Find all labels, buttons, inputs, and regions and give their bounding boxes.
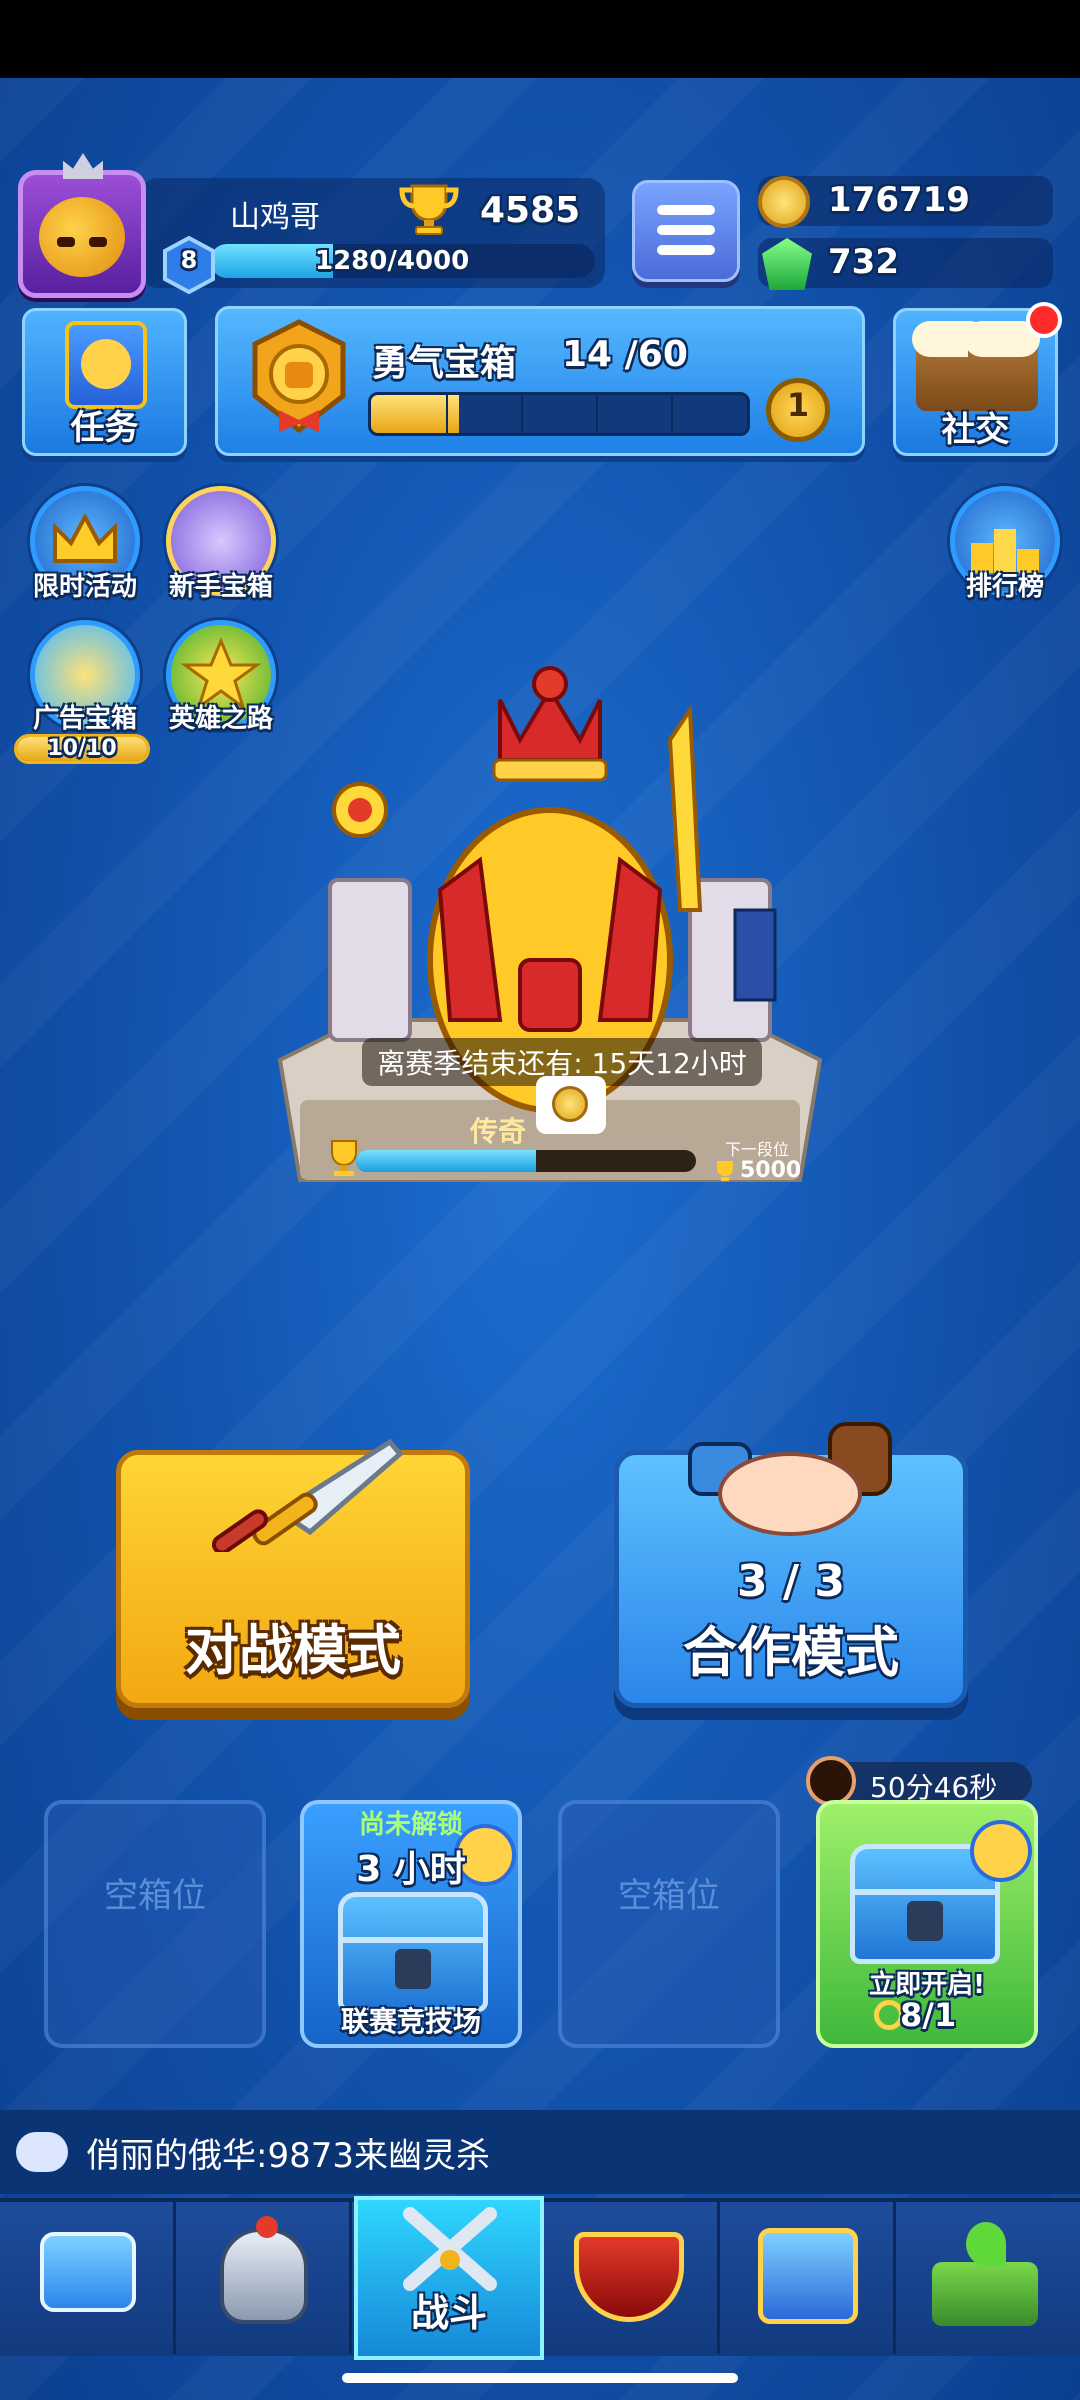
locked-slot-name: 联赛竞技场 xyxy=(340,2005,481,2038)
battle-mode-label: 对战模式 xyxy=(185,1619,401,1682)
avatar-face xyxy=(39,197,125,277)
chat-bubble-icon xyxy=(16,2132,68,2172)
task-book-icon xyxy=(65,321,147,409)
player-name: 山鸡哥 xyxy=(230,200,320,235)
ad-chest-counter: 10/10 xyxy=(47,736,117,761)
ready-slot-keys: 8/1 xyxy=(900,1996,957,2034)
rank-name: 传奇 xyxy=(470,1115,527,1148)
coin-value: 176719 xyxy=(828,180,970,220)
task-label: 任务 xyxy=(70,408,139,448)
coop-count: 3 / 3 xyxy=(737,1556,845,1607)
trophy-count: 4585 xyxy=(480,190,581,231)
handshake-icon xyxy=(688,1422,892,1536)
clan-icon xyxy=(574,2232,684,2322)
courage-chest-title: 勇气宝箱 xyxy=(372,343,517,384)
chat-message: 俏丽的俄华:9873来幽灵杀 xyxy=(86,2136,490,2176)
coop-mode-label: 合作模式 xyxy=(683,1621,899,1684)
avatar[interactable] xyxy=(18,153,146,298)
chest-slot-empty[interactable] xyxy=(44,1800,266,2048)
next-rank-label: 下一段位 xyxy=(724,1140,789,1159)
empty-slot-label: 空箱位 xyxy=(618,1876,720,1916)
key-count: 1 xyxy=(786,386,810,424)
heroes-icon xyxy=(220,2228,308,2324)
coin-reward-icon xyxy=(552,1086,588,1122)
trophy-icon xyxy=(399,184,459,235)
home-indicator xyxy=(342,2373,738,2383)
helmet-plume xyxy=(256,2216,278,2238)
player-level: 8 xyxy=(180,246,198,274)
menu-button[interactable] xyxy=(632,180,740,282)
chest-slot-empty[interactable] xyxy=(558,1800,780,2048)
next-rank-value: 5000 xyxy=(740,1158,802,1183)
notification-dot xyxy=(1026,302,1062,338)
courage-chest-progress-text: 14 /60 xyxy=(562,334,688,375)
nav-heroes[interactable] xyxy=(176,2202,352,2354)
tv-ad-icon xyxy=(970,1820,1032,1882)
courage-chest-progress-bar xyxy=(368,392,750,436)
locked-slot-time: 3 小时 xyxy=(356,1849,466,1890)
status-bar xyxy=(0,0,1080,78)
shop-icon xyxy=(40,2232,136,2312)
social-cards-icon xyxy=(758,2228,858,2324)
nav-garden[interactable] xyxy=(896,2202,1072,2354)
season-progress-bar xyxy=(356,1150,696,1172)
clock-icon xyxy=(806,1756,856,1806)
beginner-chest-label: 新手宝箱 xyxy=(168,572,273,602)
gem-value: 732 xyxy=(828,242,899,282)
nav-clan[interactable] xyxy=(544,2202,720,2354)
nav-battle-label: 战斗 xyxy=(410,2291,487,2335)
sword-icon xyxy=(211,1438,404,1552)
xp-text: 1280/4000 xyxy=(315,246,470,276)
coin-icon xyxy=(758,176,810,228)
next-rank-trophy-icon xyxy=(712,1160,738,1182)
chest-icon xyxy=(338,1892,488,2012)
sprout-icon xyxy=(966,2222,1006,2266)
empty-slot-label: 空箱位 xyxy=(104,1876,206,1916)
fist-badge-icon xyxy=(252,319,346,434)
nav-shop[interactable] xyxy=(0,2202,176,2354)
garden-icon xyxy=(932,2262,1038,2326)
social-label: 社交 xyxy=(941,410,1010,450)
nav-social-cards[interactable] xyxy=(720,2202,896,2354)
ranking-label: 排行榜 xyxy=(965,572,1044,602)
locked-slot-title: 尚未解锁 xyxy=(358,1810,463,1840)
